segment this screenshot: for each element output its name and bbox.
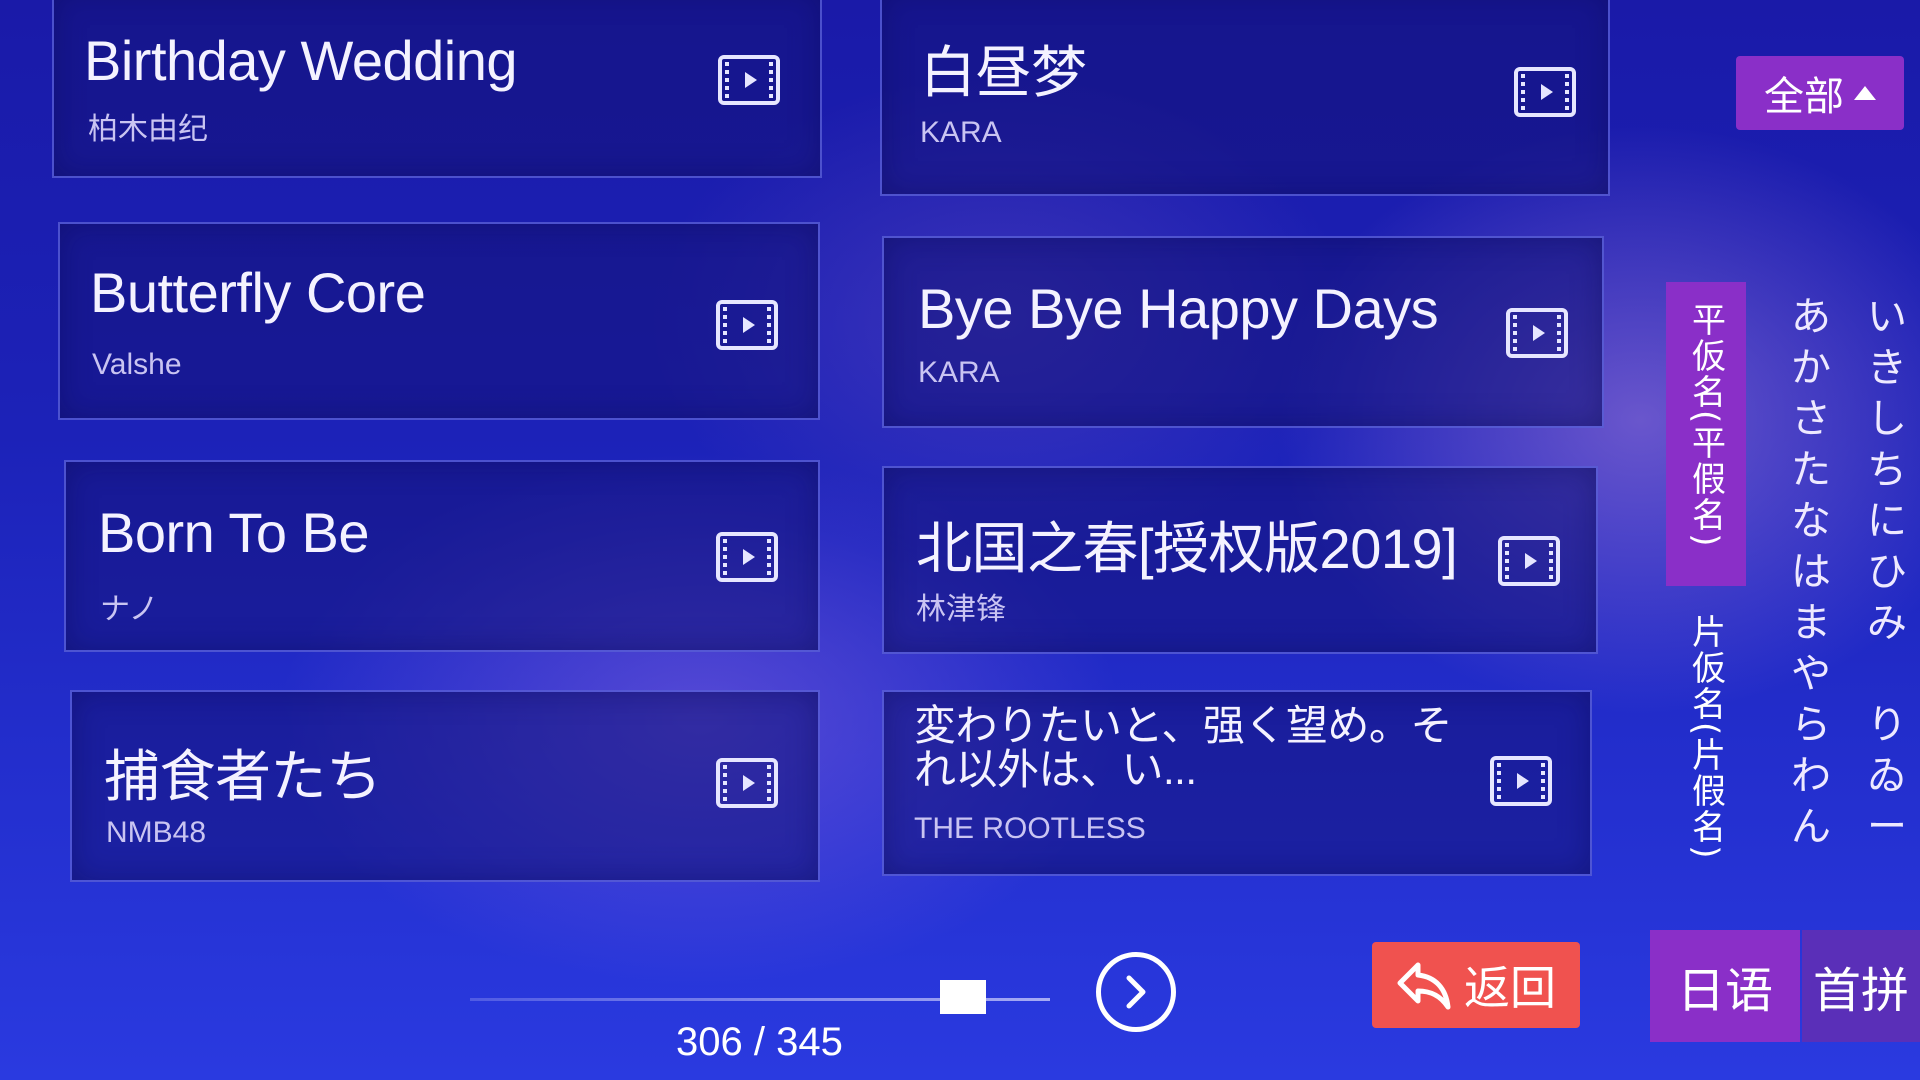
kana-key[interactable]: わ (1791, 751, 1831, 802)
caret-up-icon (1854, 86, 1876, 100)
kana-key[interactable]: ゐ (1867, 751, 1907, 802)
tab-japanese[interactable]: 日语 (1650, 930, 1800, 1042)
song-artist: ナノ (100, 593, 159, 626)
song-title: Bye Bye Happy Days (918, 277, 1439, 340)
kana-key[interactable]: さ (1791, 394, 1831, 445)
play-video-icon[interactable] (1498, 536, 1560, 586)
play-video-icon[interactable] (1490, 756, 1552, 806)
song-card[interactable]: Bye Bye Happy Days KARA (882, 236, 1604, 428)
song-card[interactable]: 捕食者たち NMB48 (70, 690, 820, 882)
kana-key[interactable]: ひ (1867, 547, 1907, 598)
tab-initials-label: 首拼 (1812, 965, 1909, 1018)
song-artist: 柏木由纪 (88, 113, 208, 146)
song-title: 北国之春[授权版2019] (916, 517, 1458, 580)
tab-hiragana[interactable]: 平仮名(平假名) (1666, 282, 1746, 586)
play-video-icon[interactable] (718, 55, 780, 105)
song-card[interactable]: Birthday Wedding 柏木由纪 (52, 0, 822, 178)
kana-key[interactable]: か (1791, 343, 1831, 394)
song-title: 白昼梦 (920, 41, 1087, 104)
page-scroll-thumb[interactable] (940, 980, 986, 1014)
kana-key[interactable]: に (1867, 496, 1907, 547)
tab-hiragana-label: 平仮名(平假名) (1685, 302, 1726, 549)
kana-key[interactable]: ら (1791, 700, 1831, 751)
play-video-icon[interactable] (716, 300, 778, 350)
filter-all-label: 全部 (1764, 75, 1844, 119)
song-card[interactable]: Born To Be ナノ (64, 460, 820, 652)
kana-index-column-1: あ か さ た な は ま や ら わ ん (1786, 292, 1836, 853)
song-card[interactable]: 北国之春[授权版2019] 林津锋 (882, 466, 1598, 654)
kana-key[interactable]: き (1867, 343, 1907, 394)
song-card[interactable]: 変わりたいと、强く望め。それ以外は、い... THE ROOTLESS (882, 690, 1592, 876)
kana-key[interactable]: ま (1791, 598, 1831, 649)
kana-index-column-2: い き し ち に ひ み り ゐ ー (1862, 292, 1912, 853)
song-title: Born To Be (98, 501, 370, 564)
song-artist: Valshe (92, 348, 182, 381)
song-artist: KARA (920, 116, 1002, 149)
next-page-button[interactable] (1096, 952, 1176, 1032)
back-button[interactable]: 返回 (1372, 942, 1580, 1028)
kana-key[interactable]: は (1791, 547, 1831, 598)
tab-initials[interactable]: 首拼 (1802, 930, 1920, 1042)
kana-key[interactable]: し (1867, 394, 1907, 445)
kana-key[interactable]: た (1791, 445, 1831, 496)
tab-japanese-label: 日语 (1676, 965, 1773, 1018)
kana-key[interactable]: や (1791, 649, 1831, 700)
song-artist: 林津锋 (916, 593, 1006, 626)
tab-katakana[interactable]: 片仮名(片假名) (1666, 604, 1746, 874)
song-card[interactable]: Butterfly Core Valshe (58, 222, 820, 420)
page-indicator: 306 / 345 (676, 1020, 843, 1064)
kana-key[interactable]: ち (1867, 445, 1907, 496)
tab-katakana-label: 片仮名(片假名) (1685, 614, 1726, 861)
song-artist: NMB48 (106, 816, 207, 849)
song-artist: KARA (918, 356, 1000, 389)
kana-key[interactable]: み (1867, 598, 1907, 649)
song-title: 捕食者たち (104, 745, 382, 808)
filter-all-button[interactable]: 全部 (1736, 56, 1904, 130)
chevron-right-icon (1126, 975, 1146, 1009)
song-title: 変わりたいと、强く望め。それ以外は、い... (914, 702, 1452, 793)
back-arrow-icon (1397, 962, 1451, 1010)
song-title: Butterfly Core (90, 261, 426, 324)
song-card[interactable]: 白昼梦 KARA (880, 0, 1610, 196)
kana-key[interactable]: ー (1867, 802, 1907, 853)
song-title: Birthday Wedding (84, 29, 518, 92)
kana-key[interactable]: ん (1791, 802, 1831, 853)
play-video-icon[interactable] (716, 532, 778, 582)
play-video-icon[interactable] (716, 758, 778, 808)
kana-key[interactable]: な (1791, 496, 1831, 547)
kana-key[interactable]: あ (1791, 292, 1831, 343)
kana-key[interactable]: り (1867, 700, 1907, 751)
play-video-icon[interactable] (1514, 67, 1576, 117)
song-artist: THE ROOTLESS (914, 812, 1146, 845)
play-video-icon[interactable] (1506, 308, 1568, 358)
kana-key[interactable]: い (1867, 292, 1907, 343)
back-button-label: 返回 (1464, 962, 1556, 1014)
